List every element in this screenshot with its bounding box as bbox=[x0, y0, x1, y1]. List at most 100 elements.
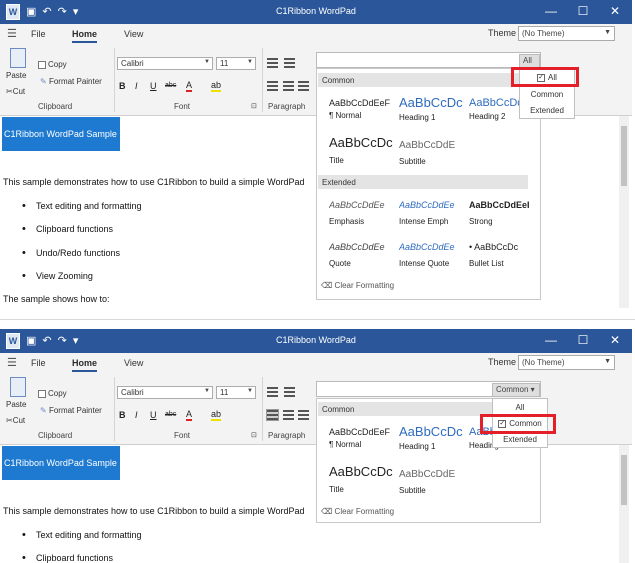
highlight-color-icon[interactable]: ab bbox=[211, 409, 222, 421]
dialog-launcher-icon[interactable]: ⊡ bbox=[251, 431, 257, 439]
theme-select[interactable]: (No Theme) ▼ bbox=[518, 26, 615, 41]
chevron-down-icon: ▼ bbox=[204, 388, 210, 394]
style-heading-1[interactable]: AaBbCcDc Heading 1 bbox=[399, 95, 469, 122]
format-painter-button[interactable]: ✎ Format Painter bbox=[40, 77, 102, 86]
style-intense-quote[interactable]: AaBbCcDdEe Intense Quote bbox=[399, 242, 469, 268]
outdent-icon[interactable] bbox=[284, 58, 295, 68]
maximize-button[interactable]: ☐ bbox=[568, 333, 598, 347]
style-name: Heading 1 bbox=[399, 442, 436, 451]
tab-view[interactable]: View bbox=[124, 358, 143, 368]
indent-icon[interactable] bbox=[267, 387, 278, 397]
filter-option-all[interactable]: All bbox=[493, 403, 547, 412]
font-family-select[interactable]: Calibri ▼ bbox=[117, 57, 213, 70]
dialog-launcher-icon[interactable]: ⊡ bbox=[251, 102, 257, 110]
style-search-input[interactable] bbox=[316, 52, 541, 68]
bullet-item: Text editing and formatting bbox=[22, 200, 142, 212]
close-button[interactable]: ✕ bbox=[600, 4, 630, 18]
strikethrough-button[interactable]: abc bbox=[165, 411, 176, 418]
font-color-button[interactable]: A bbox=[186, 80, 193, 92]
clear-formatting-button[interactable]: ⌫ Clear Formatting bbox=[321, 281, 394, 290]
style-sample: AaBbCcDdE bbox=[399, 469, 456, 480]
style-quote[interactable]: AaBbCcDdEe Quote bbox=[329, 242, 399, 268]
underline-button[interactable]: U bbox=[150, 410, 157, 420]
minimize-button[interactable]: — bbox=[536, 333, 566, 347]
clear-formatting-button[interactable]: ⌫ Clear Formatting bbox=[321, 507, 394, 516]
cut-button[interactable]: ✂Cut bbox=[6, 87, 25, 96]
maximize-button[interactable]: ☐ bbox=[568, 4, 598, 18]
align-right-icon[interactable] bbox=[298, 81, 309, 91]
tab-home[interactable]: Home bbox=[72, 29, 98, 43]
category-header-common: Common bbox=[318, 402, 495, 416]
tab-file[interactable]: File bbox=[31, 358, 46, 368]
vertical-scrollbar[interactable] bbox=[619, 445, 629, 563]
hamburger-icon[interactable]: ☰ bbox=[7, 27, 17, 40]
bold-button[interactable]: B bbox=[119, 410, 126, 420]
style-title[interactable]: AaBbCcDc Title bbox=[329, 135, 399, 165]
filter-option-common[interactable]: Common bbox=[520, 90, 574, 99]
group-separator bbox=[114, 48, 115, 112]
tab-home[interactable]: Home bbox=[72, 358, 98, 372]
style-filter-dropdown[interactable]: Common ▾ bbox=[492, 383, 540, 397]
tab-file[interactable]: File bbox=[31, 29, 46, 39]
align-left-icon[interactable] bbox=[266, 409, 279, 421]
window-state-common: W ▣ ↶ ↷ ▾ C1Ribbon WordPad — ☐ ✕ ☰ File … bbox=[0, 329, 632, 563]
cut-label: Cut bbox=[12, 87, 26, 96]
copy-button[interactable]: Copy bbox=[38, 389, 67, 398]
italic-button[interactable]: I bbox=[135, 410, 138, 420]
vertical-scrollbar[interactable] bbox=[619, 116, 629, 308]
theme-select[interactable]: (No Theme) ▼ bbox=[518, 355, 615, 370]
scrollbar-thumb[interactable] bbox=[621, 126, 627, 186]
underline-button[interactable]: U bbox=[150, 81, 157, 91]
copy-icon bbox=[38, 60, 46, 69]
paste-icon[interactable] bbox=[10, 377, 26, 397]
font-family-select[interactable]: Calibri ▼ bbox=[117, 386, 213, 399]
strikethrough-button[interactable]: abc bbox=[165, 82, 176, 89]
outdent-icon[interactable] bbox=[284, 387, 295, 397]
style-subtitle[interactable]: AaBbCcDdE Subtitle bbox=[399, 469, 469, 495]
style-filter-dropdown[interactable]: All bbox=[519, 54, 540, 68]
style-subtitle[interactable]: AaBbCcDdE Subtitle bbox=[399, 140, 469, 166]
paste-button[interactable]: Paste bbox=[6, 71, 26, 80]
close-button[interactable]: ✕ bbox=[600, 333, 630, 347]
hamburger-icon[interactable]: ☰ bbox=[7, 356, 17, 369]
style-bullet-list[interactable]: • AaBbCcDc Bullet List bbox=[469, 242, 539, 268]
scrollbar-thumb[interactable] bbox=[621, 455, 627, 505]
tab-view[interactable]: View bbox=[124, 29, 143, 39]
filter-option-extended[interactable]: Extended bbox=[493, 435, 547, 444]
font-size-select[interactable]: 11 ▼ bbox=[216, 57, 256, 70]
highlight-color-icon[interactable]: ab bbox=[211, 80, 222, 92]
indent-icon[interactable] bbox=[267, 58, 278, 68]
style-intense-emphasis[interactable]: AaBbCcDdEe Intense Emph bbox=[399, 200, 469, 226]
bold-button[interactable]: B bbox=[119, 81, 126, 91]
paste-icon[interactable] bbox=[10, 48, 26, 68]
style-strong[interactable]: AaBbCcDdEeI Strong bbox=[469, 200, 539, 226]
style-emphasis[interactable]: AaBbCcDdEe Emphasis bbox=[329, 200, 399, 226]
minimize-button[interactable]: — bbox=[536, 4, 566, 18]
copy-label: Copy bbox=[48, 389, 67, 398]
scissors-icon: ✂ bbox=[6, 87, 13, 96]
format-painter-label: Format Painter bbox=[48, 406, 102, 415]
font-color-button[interactable]: A bbox=[186, 409, 193, 421]
font-size-select[interactable]: 11 ▼ bbox=[216, 386, 256, 399]
style-title[interactable]: AaBbCcDc Title bbox=[329, 464, 399, 494]
copy-button[interactable]: Copy bbox=[38, 60, 67, 69]
category-header-extended: Extended bbox=[318, 175, 528, 189]
align-center-icon[interactable] bbox=[283, 410, 294, 420]
group-label-font: Font bbox=[174, 102, 191, 111]
style-sample: AaBbCcDc bbox=[399, 424, 463, 439]
group-separator bbox=[262, 377, 263, 441]
group-separator bbox=[114, 377, 115, 441]
align-left-icon[interactable] bbox=[267, 81, 278, 91]
style-normal[interactable]: AaBbCcDdEeF ¶ Normal bbox=[329, 98, 399, 120]
paste-button[interactable]: Paste bbox=[6, 400, 26, 409]
style-normal[interactable]: AaBbCcDdEeF ¶ Normal bbox=[329, 427, 399, 449]
style-heading-1[interactable]: AaBbCcDc Heading 1 bbox=[399, 424, 469, 451]
filter-option-extended[interactable]: Extended bbox=[520, 106, 574, 115]
window-state-all: W ▣ ↶ ↷ ▾ C1Ribbon WordPad — ☐ ✕ ☰ File … bbox=[0, 0, 632, 312]
scissors-icon: ✂ bbox=[6, 416, 13, 425]
align-center-icon[interactable] bbox=[283, 81, 294, 91]
align-right-icon[interactable] bbox=[298, 410, 309, 420]
italic-button[interactable]: I bbox=[135, 81, 138, 91]
cut-button[interactable]: ✂Cut bbox=[6, 416, 25, 425]
format-painter-button[interactable]: ✎ Format Painter bbox=[40, 406, 102, 415]
